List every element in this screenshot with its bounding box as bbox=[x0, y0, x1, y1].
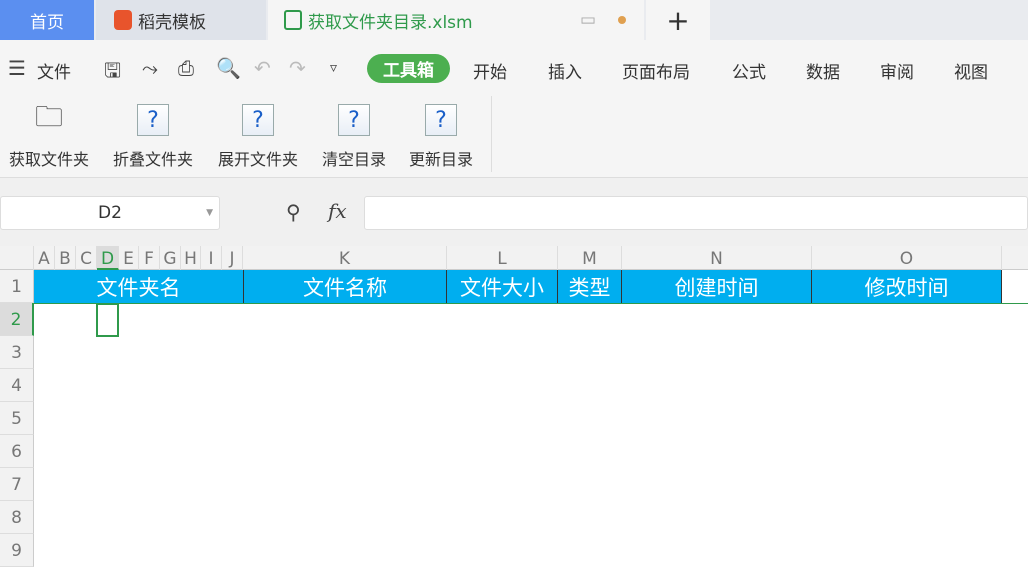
tab-file[interactable]: 获取文件夹目录.xlsm ▭ bbox=[268, 0, 644, 40]
button-label: 清空目录 bbox=[321, 150, 386, 169]
header-cell-file-name[interactable]: 文件名称 bbox=[244, 270, 447, 303]
column-header[interactable]: O bbox=[812, 246, 1002, 270]
monitor-icon[interactable]: ▭ bbox=[580, 10, 596, 30]
redo-icon[interactable]: ↷ bbox=[289, 56, 306, 80]
get-folder-button[interactable]: 🗀 获取文件夹 bbox=[2, 100, 96, 170]
header-cell-created[interactable]: 创建时间 bbox=[622, 270, 812, 303]
header-cell-file-size[interactable]: 文件大小 bbox=[447, 270, 558, 303]
file-menu[interactable]: 文件 bbox=[37, 58, 71, 83]
column-header[interactable]: F bbox=[139, 246, 160, 270]
column-header[interactable]: I bbox=[201, 246, 222, 270]
tab-insert[interactable]: 插入 bbox=[548, 58, 582, 83]
row-header[interactable]: 6 bbox=[0, 435, 34, 468]
name-box[interactable]: D2 ▼ bbox=[0, 196, 220, 230]
tab-page-layout[interactable]: 页面布局 bbox=[622, 58, 690, 83]
folder-icon: 🗀 bbox=[34, 100, 63, 133]
button-label: 展开文件夹 bbox=[217, 150, 298, 169]
row-header[interactable]: 8 bbox=[0, 501, 34, 534]
button-label: 折叠文件夹 bbox=[112, 150, 193, 169]
tab-start[interactable]: 开始 bbox=[473, 58, 507, 83]
tab-label: 获取文件夹目录.xlsm bbox=[308, 12, 473, 33]
tab-bar: 首页 稻壳模板 获取文件夹目录.xlsm ▭ + bbox=[0, 0, 1028, 40]
column-header[interactable]: M bbox=[558, 246, 622, 270]
button-label: 获取文件夹 bbox=[8, 150, 89, 169]
spreadsheet-icon bbox=[284, 10, 302, 30]
zoom-search-icon[interactable]: ⚲ bbox=[286, 200, 301, 224]
column-header[interactable]: D bbox=[97, 246, 119, 270]
print-preview-icon[interactable]: 🔍 bbox=[216, 56, 241, 80]
update-directory-button[interactable]: ? 更新目录 bbox=[403, 104, 479, 170]
placeholder-icon: ? bbox=[425, 104, 457, 136]
column-header[interactable]: N bbox=[622, 246, 812, 270]
column-header-bar: A B C D E F G H I J K L M N O bbox=[0, 246, 1028, 270]
new-tab-button[interactable]: + bbox=[646, 0, 710, 40]
column-header[interactable]: G bbox=[160, 246, 181, 270]
tab-template[interactable]: 稻壳模板 bbox=[96, 0, 266, 40]
docer-logo-icon bbox=[114, 10, 132, 30]
menu-icon[interactable]: ☰ bbox=[8, 56, 26, 80]
tab-toolbox[interactable]: 工具箱 bbox=[367, 54, 450, 83]
column-header[interactable]: H bbox=[181, 246, 201, 270]
divider bbox=[491, 96, 492, 172]
column-header[interactable]: K bbox=[243, 246, 447, 270]
column-header[interactable]: C bbox=[76, 246, 97, 270]
tab-label: 稻壳模板 bbox=[138, 12, 206, 33]
row-header[interactable]: 3 bbox=[0, 336, 34, 369]
placeholder-icon: ? bbox=[338, 104, 370, 136]
column-header[interactable]: L bbox=[447, 246, 558, 270]
header-cell-modified[interactable]: 修改时间 bbox=[812, 270, 1002, 303]
tab-formulas[interactable]: 公式 bbox=[732, 58, 766, 83]
row-header[interactable]: 9 bbox=[0, 534, 34, 567]
row-header[interactable]: 4 bbox=[0, 369, 34, 402]
active-cell-D2[interactable] bbox=[96, 303, 119, 337]
tab-data[interactable]: 数据 bbox=[806, 58, 840, 83]
row-header[interactable]: 1 bbox=[0, 270, 34, 303]
tab-home[interactable]: 首页 bbox=[0, 0, 94, 40]
plus-icon: + bbox=[666, 3, 690, 37]
cell-ref: D2 bbox=[98, 203, 122, 223]
row-header[interactable]: 2 bbox=[0, 303, 34, 336]
fx-icon[interactable]: fx bbox=[328, 199, 347, 223]
row-divider bbox=[34, 303, 1028, 304]
clear-directory-button[interactable]: ? 清空目录 bbox=[316, 104, 392, 170]
collapse-folder-button[interactable]: ? 折叠文件夹 bbox=[106, 104, 200, 170]
formula-input[interactable] bbox=[364, 196, 1028, 230]
customize-dropdown-icon[interactable]: ▿ bbox=[330, 60, 337, 76]
chevron-down-icon[interactable]: ▼ bbox=[206, 208, 213, 218]
header-cell-folder-name[interactable]: 文件夹名 bbox=[34, 270, 244, 303]
undo-icon[interactable]: ↶ bbox=[254, 56, 271, 80]
unsaved-dot-icon bbox=[618, 16, 626, 24]
row-header[interactable]: 5 bbox=[0, 402, 34, 435]
placeholder-icon: ? bbox=[242, 104, 274, 136]
column-header[interactable]: A bbox=[34, 246, 55, 270]
header-cell-type[interactable]: 类型 bbox=[558, 270, 622, 303]
row-header[interactable]: 7 bbox=[0, 468, 34, 501]
export-icon[interactable]: ⤳ bbox=[142, 56, 158, 80]
tab-view[interactable]: 视图 bbox=[954, 58, 988, 83]
column-header[interactable]: E bbox=[119, 246, 139, 270]
expand-folder-button[interactable]: ? 展开文件夹 bbox=[211, 104, 305, 170]
column-header[interactable]: J bbox=[222, 246, 243, 270]
column-header[interactable]: B bbox=[55, 246, 76, 270]
print-icon[interactable]: ⎙ bbox=[178, 56, 194, 80]
tab-review[interactable]: 审阅 bbox=[880, 58, 914, 83]
button-label: 更新目录 bbox=[408, 150, 473, 169]
tab-label: 首页 bbox=[30, 12, 64, 33]
save-icon[interactable]: 🖫 bbox=[104, 56, 121, 90]
select-all-corner[interactable] bbox=[0, 246, 34, 270]
placeholder-icon: ? bbox=[137, 104, 169, 136]
